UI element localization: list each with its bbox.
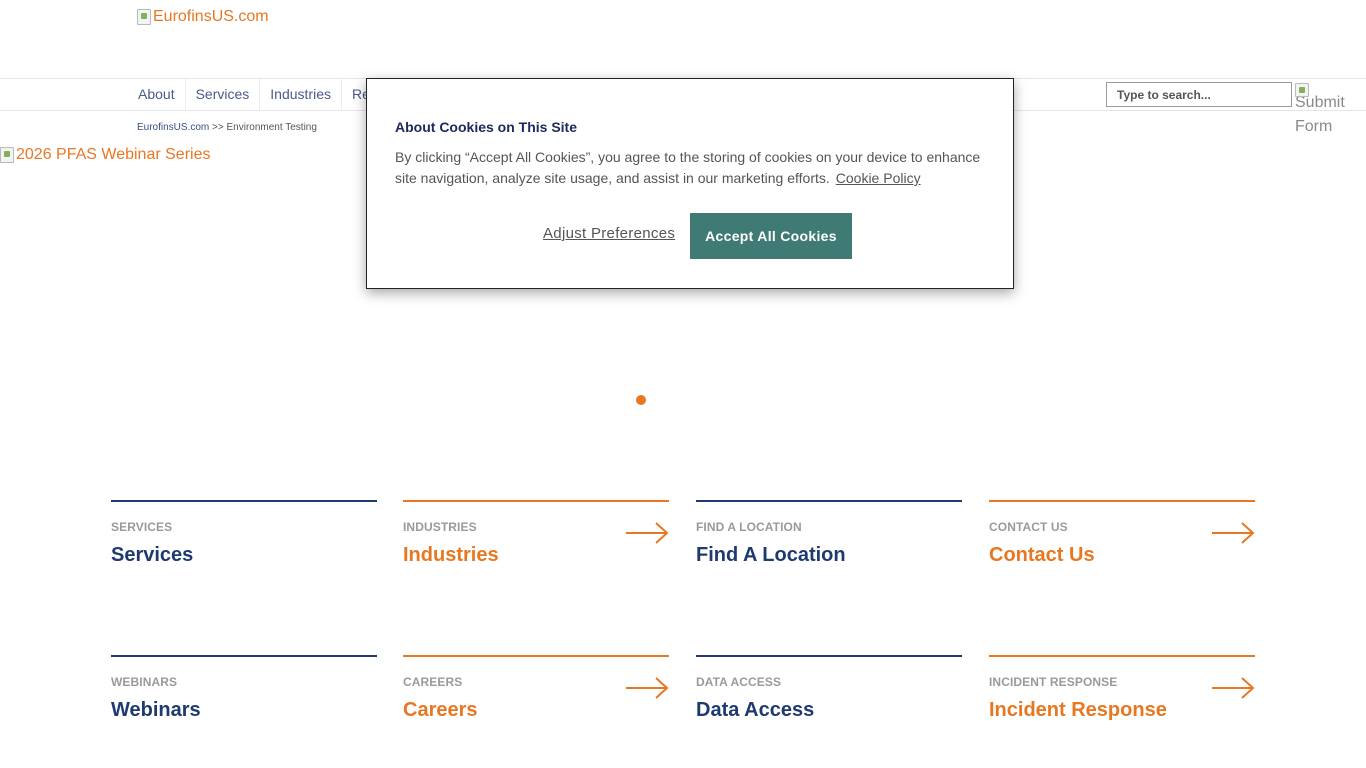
broken-image-icon	[0, 147, 14, 163]
breadcrumb-home-link[interactable]: EurofinsUS.com	[137, 122, 209, 133]
tile-incident-response[interactable]: INCIDENT RESPONSE Incident Response	[989, 655, 1255, 745]
tile-title[interactable]: Incident Response	[989, 699, 1167, 722]
search-input[interactable]	[1106, 82, 1292, 107]
submit-alt-text: Submit Form	[1295, 94, 1345, 135]
tile-title[interactable]: Webinars	[111, 699, 201, 722]
tile-title[interactable]: Industries	[403, 544, 499, 567]
nav-item-about[interactable]: About	[128, 79, 186, 110]
arrow-right-icon[interactable]	[1211, 522, 1255, 544]
nav-items: About Services Industries Re	[128, 79, 380, 110]
tile-title[interactable]: Data Access	[696, 699, 814, 722]
breadcrumb: EurofinsUS.com >> Environment Testing	[137, 122, 317, 133]
tile-title[interactable]: Services	[111, 544, 193, 567]
logo-alt-text: EurofinsUS.com	[153, 8, 269, 25]
tile-eyebrow: INCIDENT RESPONSE	[989, 675, 1118, 689]
accept-all-cookies-button[interactable]: Accept All Cookies	[690, 213, 852, 259]
arrow-right-icon[interactable]	[625, 677, 669, 699]
cookie-policy-link[interactable]: Cookie Policy	[836, 170, 921, 186]
arrow-right-icon[interactable]	[625, 522, 669, 544]
arrow-right-icon[interactable]	[1211, 677, 1255, 699]
tile-contact-us[interactable]: CONTACT US Contact Us	[989, 500, 1255, 590]
tile-eyebrow: INDUSTRIES	[403, 520, 477, 534]
tile-careers[interactable]: CAREERS Careers	[403, 655, 669, 745]
tile-industries[interactable]: INDUSTRIES Industries	[403, 500, 669, 590]
tile-eyebrow: SERVICES	[111, 520, 173, 534]
search-submit-button[interactable]: Submit Form	[1295, 83, 1355, 139]
tile-find-a-location[interactable]: FIND A LOCATION Find A Location	[696, 500, 962, 590]
hero-banner[interactable]: 2026 PFAS Webinar Series	[0, 146, 210, 164]
cookie-consent-dialog: About Cookies on This Site By clicking “…	[366, 78, 1014, 289]
tile-eyebrow: FIND A LOCATION	[696, 520, 802, 534]
tile-title[interactable]: Contact Us	[989, 544, 1095, 567]
tile-webinars[interactable]: WEBINARS Webinars	[111, 655, 377, 745]
tile-eyebrow: WEBINARS	[111, 675, 178, 689]
breadcrumb-current: Environment Testing	[226, 122, 317, 133]
logo[interactable]: EurofinsUS.com	[137, 8, 269, 26]
tile-title[interactable]: Careers	[403, 699, 478, 722]
tile-title[interactable]: Find A Location	[696, 544, 846, 567]
cookie-title: About Cookies on This Site	[395, 119, 578, 135]
tile-eyebrow: DATA ACCESS	[696, 675, 782, 689]
broken-image-icon	[1295, 83, 1309, 97]
tile-data-access[interactable]: DATA ACCESS Data Access	[696, 655, 962, 745]
tile-services[interactable]: SERVICES Services	[111, 500, 377, 590]
nav-item-industries[interactable]: Industries	[260, 79, 342, 110]
cookie-body: By clicking “Accept All Cookies”, you ag…	[395, 147, 995, 189]
nav-item-services[interactable]: Services	[186, 79, 261, 110]
broken-image-icon	[137, 9, 151, 25]
tile-eyebrow: CAREERS	[403, 675, 463, 689]
hero-alt-text: 2026 PFAS Webinar Series	[16, 146, 211, 163]
tile-eyebrow: CONTACT US	[989, 520, 1068, 534]
adjust-preferences-button[interactable]: Adjust Preferences	[543, 225, 675, 242]
breadcrumb-separator: >>	[209, 122, 227, 133]
carousel-dot-active[interactable]	[636, 395, 646, 405]
